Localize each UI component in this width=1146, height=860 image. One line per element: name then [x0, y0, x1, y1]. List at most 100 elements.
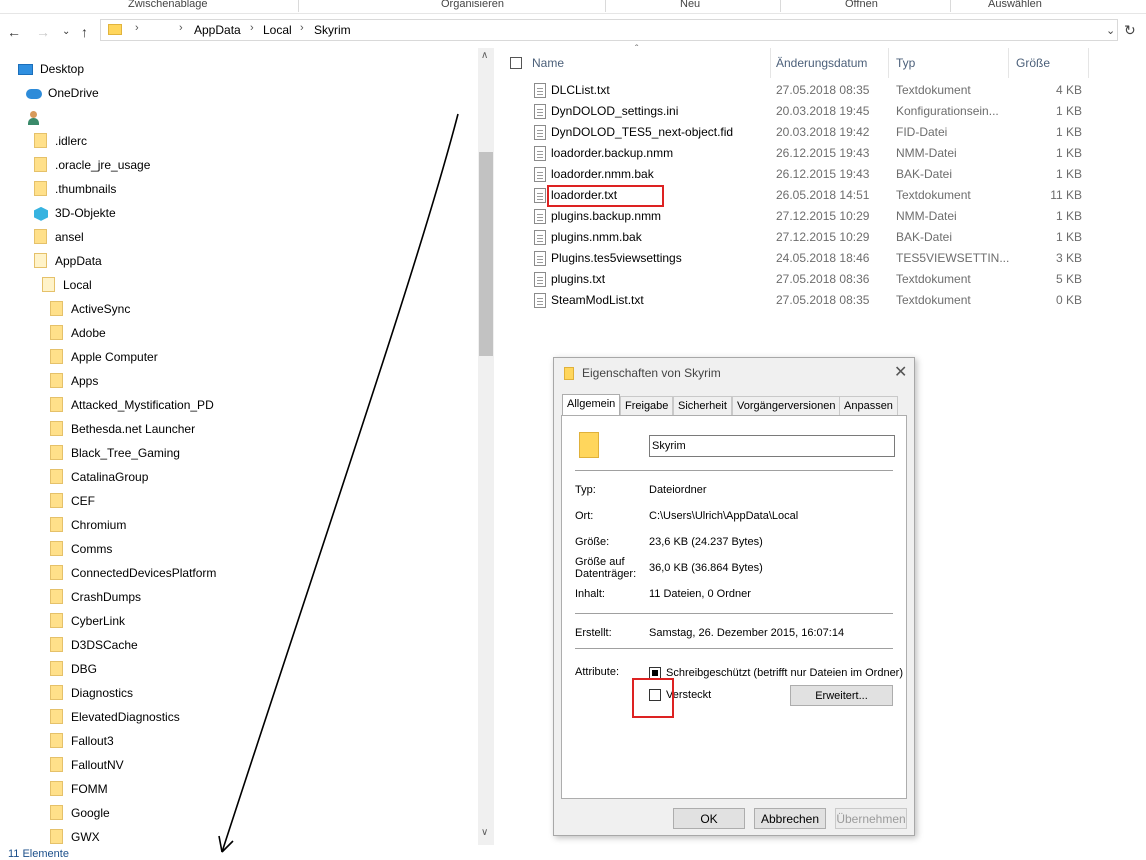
close-icon[interactable]: ✕ [894, 362, 907, 382]
file-row[interactable]: loadorder.nmm.bak 26.12.2015 19:43 BAK-Dat… [500, 164, 1146, 185]
forward-arrow-icon[interactable]: → [36, 24, 50, 40]
file-type: NMM-Datei [896, 209, 957, 223]
tree-item-folder[interactable]: CEF [50, 491, 95, 511]
tree-item-folder[interactable]: GWX [50, 827, 100, 847]
breadcrumb-chevron[interactable]: › [135, 22, 139, 34]
tree-item-desktop[interactable]: Desktop [18, 59, 84, 79]
column-header-type[interactable]: Typ [896, 56, 915, 70]
file-row[interactable]: DynDOLOD_TES5_next-object.fid 20.03.2018 … [500, 122, 1146, 143]
tree-item-folder[interactable]: ConnectedDevicesPlatform [50, 563, 216, 583]
file-row[interactable]: DLCList.txt 27.05.2018 08:35 Textdokument 4… [500, 80, 1146, 101]
cancel-button[interactable]: Abbrechen [754, 808, 826, 829]
tree-item-folder[interactable]: ansel [34, 227, 84, 247]
tree-item-local[interactable]: Local [42, 275, 92, 295]
tree-item-folder[interactable]: Adobe [50, 323, 106, 343]
refresh-icon[interactable]: ↻ [1124, 22, 1136, 39]
column-separator[interactable] [888, 48, 889, 78]
breadcrumb-appdata[interactable]: AppData [194, 23, 241, 37]
ok-button[interactable]: OK [673, 808, 745, 829]
tree-item-folder[interactable]: CyberLink [50, 611, 125, 631]
column-header-date[interactable]: Änderungsdatum [776, 56, 867, 70]
tree-item-3d-objects[interactable]: 3D-Objekte [34, 203, 116, 223]
file-size: 1 KB [1055, 230, 1082, 244]
tree-item-folder[interactable]: Google [50, 803, 110, 823]
tree-item-folder[interactable]: Fallout3 [50, 731, 114, 751]
breadcrumb-chevron[interactable]: › [179, 22, 183, 34]
tree-item-folder[interactable]: ElevatedDiagnostics [50, 707, 180, 727]
tree-item-folder[interactable]: ActiveSync [50, 299, 130, 319]
tree-item-folder[interactable]: Chromium [50, 515, 126, 535]
advanced-button[interactable]: Erweitert... [790, 685, 893, 706]
address-dropdown-icon[interactable]: ⌄ [1106, 24, 1115, 37]
cube-icon [34, 206, 48, 221]
tree-item-folder[interactable]: CrashDumps [50, 587, 141, 607]
tree-item-folder[interactable]: Attacked_Mystification_PD [50, 395, 214, 415]
ribbon-separator [780, 0, 781, 12]
tree-item-user[interactable] [28, 107, 39, 127]
tab-previous-versions[interactable]: Vorgängerversionen [732, 396, 841, 416]
tree-item-folder[interactable]: Apps [50, 371, 98, 391]
back-arrow-icon[interactable]: ← [7, 24, 21, 40]
tree-item-onedrive[interactable]: OneDrive [26, 83, 99, 103]
column-header-name[interactable]: Name [532, 56, 564, 70]
folder-name-input[interactable] [649, 435, 895, 457]
tree-item-folder[interactable]: FalloutNV [50, 755, 124, 775]
breadcrumb-chevron[interactable]: › [300, 22, 304, 34]
column-separator[interactable] [1008, 48, 1009, 78]
file-name: plugins.backup.nmm [551, 209, 662, 223]
tab-sharing[interactable]: Freigabe [620, 396, 674, 416]
file-icon [534, 251, 546, 266]
file-row[interactable]: plugins.txt 27.05.2018 08:36 Textdokument 5… [500, 269, 1146, 290]
tab-general[interactable]: Allgemein [562, 394, 621, 417]
apply-button[interactable]: Übernehmen [835, 808, 907, 829]
tree-item-folder[interactable]: Diagnostics [50, 683, 133, 703]
file-icon [534, 167, 546, 182]
breadcrumb-skyrim[interactable]: Skyrim [314, 23, 351, 37]
file-row[interactable]: Plugins.tes5viewsettings 24.05.2018 18:46… [500, 248, 1146, 269]
up-arrow-icon[interactable]: ↑ [81, 24, 88, 40]
breadcrumb-chevron[interactable]: › [250, 22, 254, 34]
address-bar[interactable]: › › AppData › Local › Skyrim [100, 19, 1118, 41]
tree-item-folder[interactable]: .idlerc [34, 131, 87, 151]
column-separator[interactable] [1088, 48, 1089, 78]
tree-item-label: Comms [71, 542, 113, 556]
tree-item-label: GWX [71, 830, 100, 844]
settings-file-icon [534, 104, 546, 119]
nav-pane-scrollbar[interactable]: ∧ ∨ [478, 48, 494, 845]
tree-item-folder[interactable]: Comms [50, 539, 112, 559]
file-row[interactable]: DynDOLOD_settings.ini 20.03.2018 19:45 Kon… [500, 101, 1146, 122]
tree-item-appdata[interactable]: AppData [34, 251, 102, 271]
tab-security[interactable]: Sicherheit [673, 396, 732, 416]
scrollbar-thumb[interactable] [479, 152, 493, 356]
status-item-count: 11 Elemente [8, 848, 69, 860]
breadcrumb-local[interactable]: Local [263, 23, 292, 37]
tree-item-folder[interactable]: CatalinaGroup [50, 467, 148, 487]
tree-item-folder[interactable]: Bethesda.net Launcher [50, 419, 195, 439]
tree-item-folder[interactable]: FOMM [50, 779, 108, 799]
contents-value: 11 Dateien, 0 Ordner [649, 588, 751, 600]
divider [575, 470, 893, 471]
tree-item-label: CEF [71, 494, 95, 508]
column-header-size[interactable]: Größe [1016, 56, 1050, 70]
chevron-down-icon[interactable]: ⌄ [62, 26, 70, 37]
file-row[interactable]: loadorder.backup.nmm 26.12.2015 19:43 NMM-… [500, 143, 1146, 164]
tree-item-folder[interactable]: Black_Tree_Gaming [50, 443, 180, 463]
scroll-down-icon[interactable]: ∨ [481, 827, 488, 838]
tree-item-folder[interactable]: .oracle_jre_usage [34, 155, 150, 175]
folder-icon [50, 541, 63, 557]
file-row[interactable]: plugins.backup.nmm 27.12.2015 10:29 NMM-Da… [500, 206, 1146, 227]
select-all-checkbox[interactable] [510, 57, 522, 69]
file-row[interactable]: plugins.nmm.bak 27.12.2015 10:29 BAK-Datei… [500, 227, 1146, 248]
tree-item-folder[interactable]: D3DSCache [50, 635, 138, 655]
file-date: 27.12.2015 10:29 [776, 230, 870, 244]
tree-item-folder[interactable]: Apple Computer [50, 347, 158, 367]
file-row[interactable]: SteamModList.txt 27.05.2018 08:35 Textdoku… [500, 290, 1146, 311]
tree-item-folder[interactable]: .thumbnails [34, 179, 116, 199]
file-size: 1 KB [1055, 104, 1082, 118]
file-type: Textdokument [896, 83, 971, 97]
tree-item-folder[interactable]: DBG [50, 659, 97, 679]
column-separator[interactable] [770, 48, 771, 78]
tab-customize[interactable]: Anpassen [839, 396, 898, 416]
scroll-up-icon[interactable]: ∧ [481, 50, 488, 61]
